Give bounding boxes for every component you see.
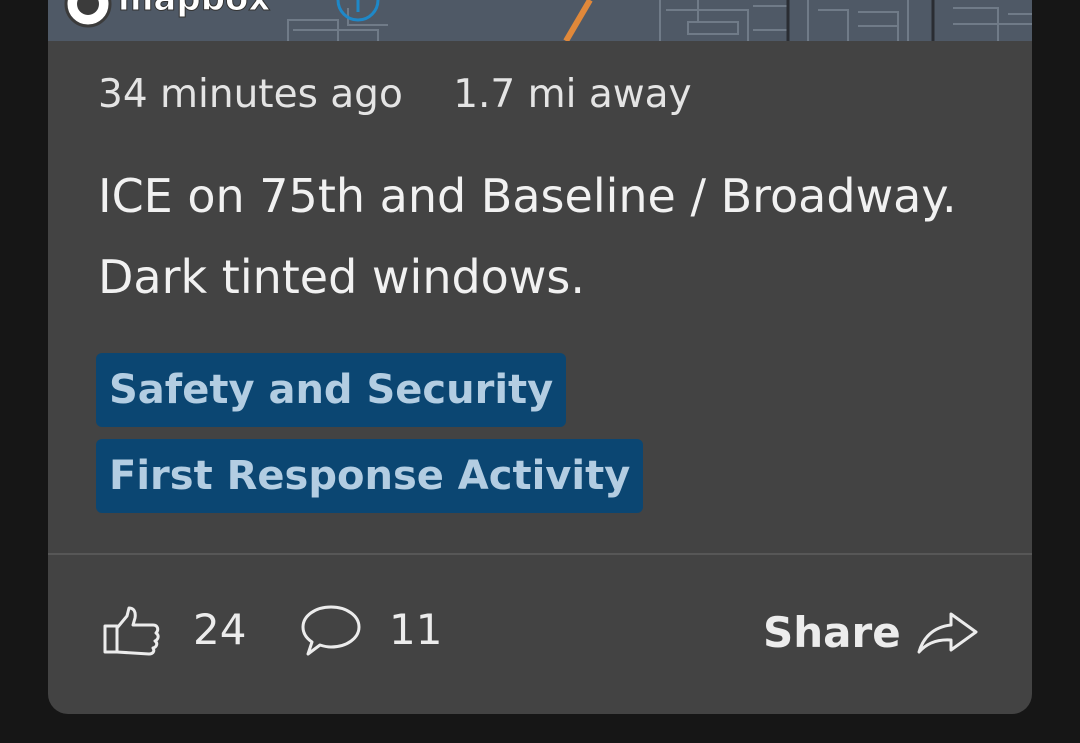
- map-preview[interactable]: mapbox: [48, 0, 1032, 41]
- divider: [48, 553, 1032, 555]
- map-tiles: mapbox: [64, 0, 1032, 41]
- distance: 1.7 mi away: [453, 72, 692, 117]
- thumbs-up-icon: [103, 606, 160, 656]
- tag-first-response-activity[interactable]: First Response Activity: [96, 439, 644, 513]
- map-info-icon[interactable]: [336, 0, 380, 22]
- mapbox-logo: mapbox: [64, 0, 271, 28]
- speech-bubble-icon: [301, 605, 361, 656]
- like-count: 24: [193, 605, 247, 654]
- map-attribution: mapbox: [118, 0, 270, 19]
- post-meta: 34 minutes ago 1.7 mi away: [98, 72, 692, 117]
- post-description: ICE on 75th and Baseline / Broadway. Dar…: [98, 169, 957, 304]
- comment-count: 11: [389, 605, 443, 654]
- map-road: [563, 0, 593, 41]
- time-ago: 34 minutes ago: [98, 72, 403, 117]
- share-label: Share: [763, 608, 901, 657]
- share-arrow-icon: [917, 612, 978, 654]
- tag-safety-and-security[interactable]: Safety and Security: [96, 353, 567, 427]
- post-card[interactable]: mapbox 34 minutes ago 1.7 mi away ICE on…: [48, 0, 1032, 714]
